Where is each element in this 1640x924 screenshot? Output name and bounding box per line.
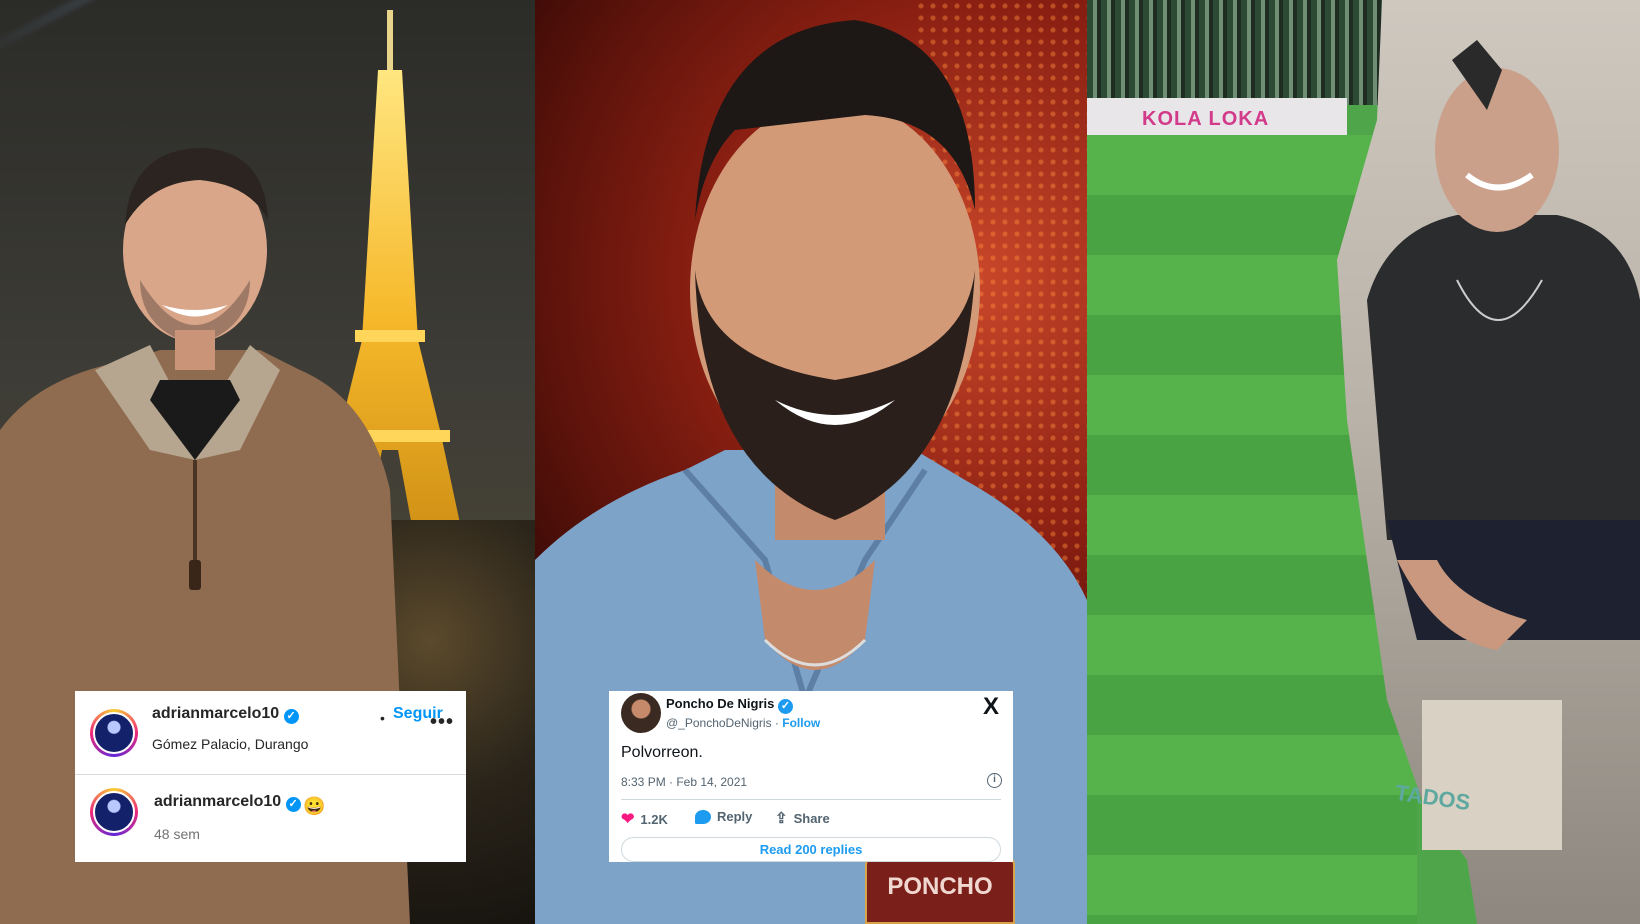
name-tag: PONCHO: [865, 855, 1015, 924]
info-icon[interactable]: i: [987, 773, 1002, 788]
avatar[interactable]: [90, 709, 138, 757]
read-replies-button[interactable]: Read 200 replies: [621, 837, 1001, 862]
name-tag-text: PONCHO: [887, 873, 993, 900]
reply-icon: [695, 809, 711, 824]
reply-button[interactable]: Reply: [695, 809, 752, 824]
ad-board-text: KOLA LOKA: [1142, 108, 1270, 130]
author-name[interactable]: Poncho De Nigris ✓: [666, 696, 793, 714]
post-date[interactable]: 8:33 PM · Feb 14, 2021: [621, 775, 747, 789]
photo-stadium: KOLA LOKA TADOS: [1087, 0, 1640, 924]
location-link[interactable]: Gómez Palacio, Durango: [152, 736, 308, 752]
author-handle-line: @_PonchoDeNigris · Follow: [666, 716, 820, 730]
more-horizontal-icon[interactable]: •••: [430, 711, 454, 734]
comment-emoji: 😀: [303, 796, 326, 816]
instagram-post-header: adrianmarcelo10 ✓ • Seguir Gómez Palacio…: [75, 691, 466, 775]
x-logo-icon[interactable]: X: [983, 693, 999, 721]
verified-icon: ✓: [283, 709, 299, 724]
post-username[interactable]: adrianmarcelo10 ✓: [152, 705, 299, 724]
author-handle[interactable]: @_PonchoDeNigris: [666, 716, 772, 730]
comment-username[interactable]: adrianmarcelo10 ✓: [154, 793, 301, 812]
comment-time: 48 sem: [154, 826, 200, 842]
comment-username-text[interactable]: adrianmarcelo10: [154, 793, 281, 810]
share-icon: ⇪: [775, 810, 788, 827]
share-button[interactable]: ⇪ Share: [775, 809, 830, 827]
author-name-text[interactable]: Poncho De Nigris: [666, 696, 774, 711]
instagram-post-card: adrianmarcelo10 ✓ • Seguir Gómez Palacio…: [75, 691, 466, 862]
divider: [621, 799, 1001, 800]
reply-label: Reply: [717, 809, 753, 824]
post-text: Polvorreon.: [621, 744, 703, 761]
comment-avatar[interactable]: [90, 788, 138, 836]
post-username-text[interactable]: adrianmarcelo10: [152, 705, 279, 722]
like-count: 1.2K: [640, 811, 668, 827]
separator-dot: ·: [774, 716, 779, 730]
follow-button[interactable]: Follow: [782, 716, 820, 730]
avatar[interactable]: [621, 693, 661, 733]
heart-icon: ❤: [621, 811, 635, 828]
separator-dot: •: [380, 710, 385, 726]
verified-icon: ✓: [285, 797, 301, 812]
man-with-mohawk: [1367, 40, 1640, 850]
share-label: Share: [793, 810, 830, 826]
x-post-card: Poncho De Nigris ✓ @_PonchoDeNigris · Fo…: [609, 691, 1013, 862]
like-button[interactable]: ❤ 1.2K: [621, 809, 668, 829]
verified-icon: ✓: [777, 699, 793, 714]
